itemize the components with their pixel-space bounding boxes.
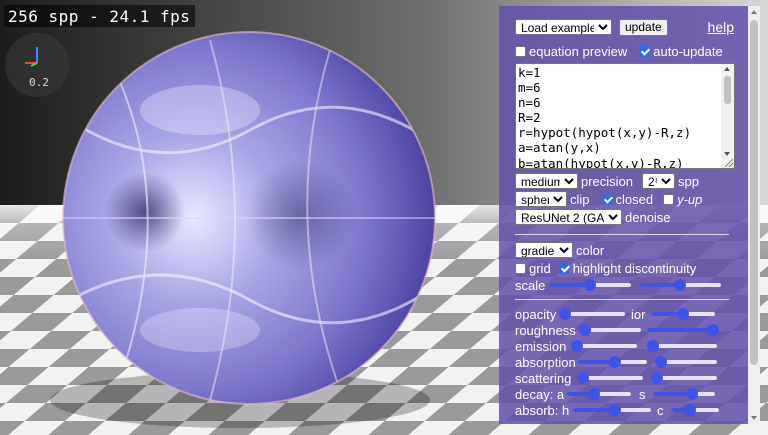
scroll-up-icon[interactable] xyxy=(751,10,757,14)
decay-s-label: s xyxy=(639,386,646,402)
scattering-slider-b[interactable] xyxy=(651,372,717,384)
slider-knob[interactable] xyxy=(707,324,719,336)
equation-preview-checkbox[interactable] xyxy=(515,45,526,57)
equation-line: m=6 xyxy=(518,80,541,96)
precision-label: precision xyxy=(581,173,634,189)
divider xyxy=(515,234,729,235)
editor-scrollbar[interactable] xyxy=(721,64,734,168)
roughness-slider-b[interactable] xyxy=(647,324,719,336)
slider-knob[interactable] xyxy=(608,356,621,368)
closed-label: closed xyxy=(615,191,654,207)
example-select[interactable]: Load example... xyxy=(515,19,612,35)
y-up-checkbox[interactable] xyxy=(663,193,675,205)
scroll-down-icon[interactable] xyxy=(751,416,757,420)
slider-knob[interactable] xyxy=(571,340,583,352)
absorb-h-slider[interactable] xyxy=(573,404,651,416)
grid-checkbox[interactable] xyxy=(515,262,526,274)
equation-preview-label: equation preview xyxy=(529,43,628,59)
opacity-label: opacity xyxy=(515,306,557,322)
slider-knob[interactable] xyxy=(674,279,686,291)
scale-label: scale xyxy=(515,277,546,293)
ior-slider[interactable] xyxy=(651,308,715,320)
equation-lines: k=1 m=6 n=6 R=2 r=hypot(hypot(x,y)-R,z) a=ata… xyxy=(518,65,718,169)
equation-line: R=2 xyxy=(518,110,541,126)
resize-grip-icon[interactable] xyxy=(725,159,733,167)
fps-counter: 256 spp - 24.1 fps xyxy=(4,5,196,27)
slider-knob[interactable] xyxy=(579,324,591,336)
ior-label: ior xyxy=(631,306,646,322)
scroll-thumb[interactable] xyxy=(724,76,731,104)
equation-line: b=atan(hypot(x,y)-R,z) xyxy=(518,155,684,169)
absorb-c-slider[interactable] xyxy=(671,404,719,416)
slider-knob[interactable] xyxy=(609,404,622,416)
roughness-slider-a[interactable] xyxy=(579,324,641,336)
emission-slider-a[interactable] xyxy=(571,340,637,352)
grid-label: grid xyxy=(529,260,551,276)
decay-a-label: decay: a xyxy=(515,386,565,402)
decay-a-slider[interactable] xyxy=(567,388,631,400)
scale-slider-b[interactable] xyxy=(639,279,721,291)
denoise-select[interactable]: ResUNet 2 (GAN) xyxy=(515,209,622,225)
absorption-slider-b[interactable] xyxy=(655,356,717,368)
auto-update-label: auto-update xyxy=(653,43,723,59)
denoise-label: denoise xyxy=(625,209,671,225)
decay-s-slider[interactable] xyxy=(653,388,715,400)
absorb-c-label: c xyxy=(657,402,664,418)
clip-select[interactable]: sphere xyxy=(515,191,567,207)
emission-label: emission xyxy=(515,338,567,354)
spp-select[interactable]: 2⁸ xyxy=(642,173,676,189)
slider-knob[interactable] xyxy=(677,308,689,320)
scattering-slider-a[interactable] xyxy=(577,372,643,384)
equation-line: k=1 xyxy=(518,65,541,80)
slider-knob[interactable] xyxy=(559,308,571,320)
scroll-down-icon[interactable] xyxy=(724,152,730,156)
scroll-up-icon[interactable] xyxy=(724,67,730,71)
page-scrollbar[interactable] xyxy=(748,6,760,424)
color-label: color xyxy=(576,242,605,258)
update-button[interactable]: update xyxy=(619,18,668,36)
slider-knob[interactable] xyxy=(683,404,696,416)
closed-checkbox[interactable] xyxy=(601,193,613,205)
axis-scale-label: 0.2 xyxy=(29,76,49,89)
y-up-label: y-up xyxy=(677,191,703,207)
equation-line: a=atan(y,x) xyxy=(518,140,601,156)
absorption-slider-a[interactable] xyxy=(577,356,647,368)
highlight-discontinuity-label: highlight discontinuity xyxy=(572,260,697,276)
slider-knob[interactable] xyxy=(651,372,663,384)
scattering-label: scattering xyxy=(515,370,572,386)
opacity-slider[interactable] xyxy=(559,308,625,320)
spp-label: spp xyxy=(678,173,699,189)
slider-knob[interactable] xyxy=(577,372,589,384)
slider-knob[interactable] xyxy=(655,356,667,368)
slider-knob[interactable] xyxy=(587,388,600,400)
scale-slider-a[interactable] xyxy=(549,279,631,291)
color-select[interactable]: gradient xyxy=(515,242,573,258)
slider-knob[interactable] xyxy=(647,340,659,352)
help-link[interactable]: help xyxy=(708,19,734,35)
absorption-label: absorption xyxy=(515,354,576,370)
absorb-h-label: absorb: h xyxy=(515,402,570,418)
roughness-label: roughness xyxy=(515,322,576,338)
divider xyxy=(515,299,729,300)
equation-line: n=6 xyxy=(518,95,541,111)
highlight-discontinuity-checkbox[interactable] xyxy=(558,262,570,274)
slider-fill xyxy=(647,328,713,332)
equation-line: r=hypot(hypot(x,y)-R,z) xyxy=(518,125,692,141)
slider-knob[interactable] xyxy=(685,388,698,400)
slider-knob[interactable] xyxy=(584,279,596,291)
auto-update-checkbox[interactable] xyxy=(639,45,651,57)
equation-editor[interactable]: k=1 m=6 n=6 R=2 r=hypot(hypot(x,y)-R,z) a=ata… xyxy=(515,63,735,169)
page-scroll-thumb[interactable] xyxy=(750,20,758,365)
control-panel: Load example... update help equation pre… xyxy=(499,6,748,424)
precision-select[interactable]: medium xyxy=(515,173,578,189)
emission-slider-b[interactable] xyxy=(647,340,717,352)
clip-label: clip xyxy=(570,191,590,207)
